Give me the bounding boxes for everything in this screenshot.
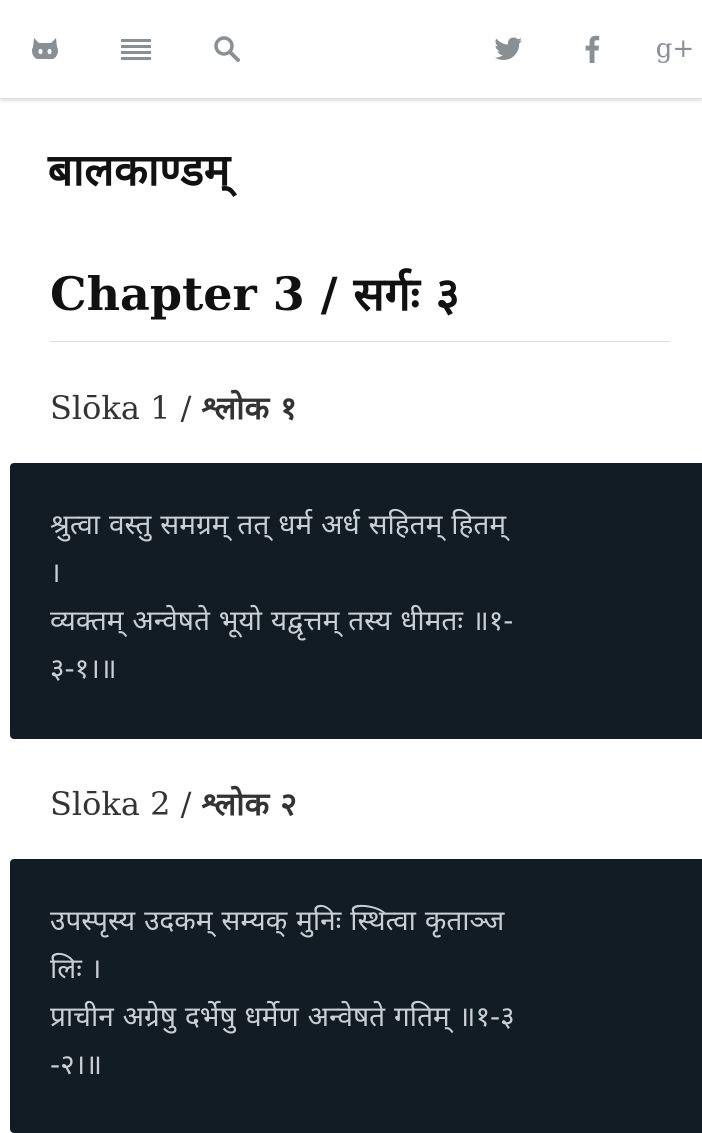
verse-block: श्रुत्वा वस्तु समग्रम् तत् धर्म अर्ध सहि… [10, 463, 702, 739]
sloka-heading: Slōka 2 / श्लोक २ [50, 782, 297, 825]
verse-block: उपस्पृस्य उदकम् सम्यक् मुनिः स्थित्वा कृ… [10, 859, 702, 1133]
top-navigation-bar: g+ [0, 0, 702, 99]
verse-text: उपस्पृस्य उदकम् सम्यक् मुनिः स्थित्वा कृ… [50, 904, 515, 1081]
sloka-heading-latin: Slōka 2 / [50, 785, 202, 823]
chapter-divider [50, 341, 670, 342]
sloka-heading: Slōka 1 / श्लोक १ [50, 386, 297, 429]
twitter-icon[interactable] [494, 34, 524, 64]
sloka-heading-devanagari: श्लोक १ [201, 389, 298, 427]
sloka-heading-latin: Slōka 1 / [50, 389, 202, 427]
verse-text: श्रुत्वा वस्तु समग्रम् तत् धर्म अर्ध सहि… [50, 508, 514, 685]
chapter-title: Chapter 3 / सर्गः ३ [50, 267, 460, 321]
book-title: बालकाण्डम् [48, 145, 231, 196]
search-icon[interactable] [212, 34, 242, 64]
sloka-heading-devanagari: श्लोक २ [201, 785, 298, 823]
facebook-icon[interactable] [577, 34, 607, 64]
google-plus-icon[interactable]: g+ [656, 34, 694, 64]
list-icon[interactable] [121, 34, 151, 64]
github-icon[interactable] [30, 34, 60, 64]
